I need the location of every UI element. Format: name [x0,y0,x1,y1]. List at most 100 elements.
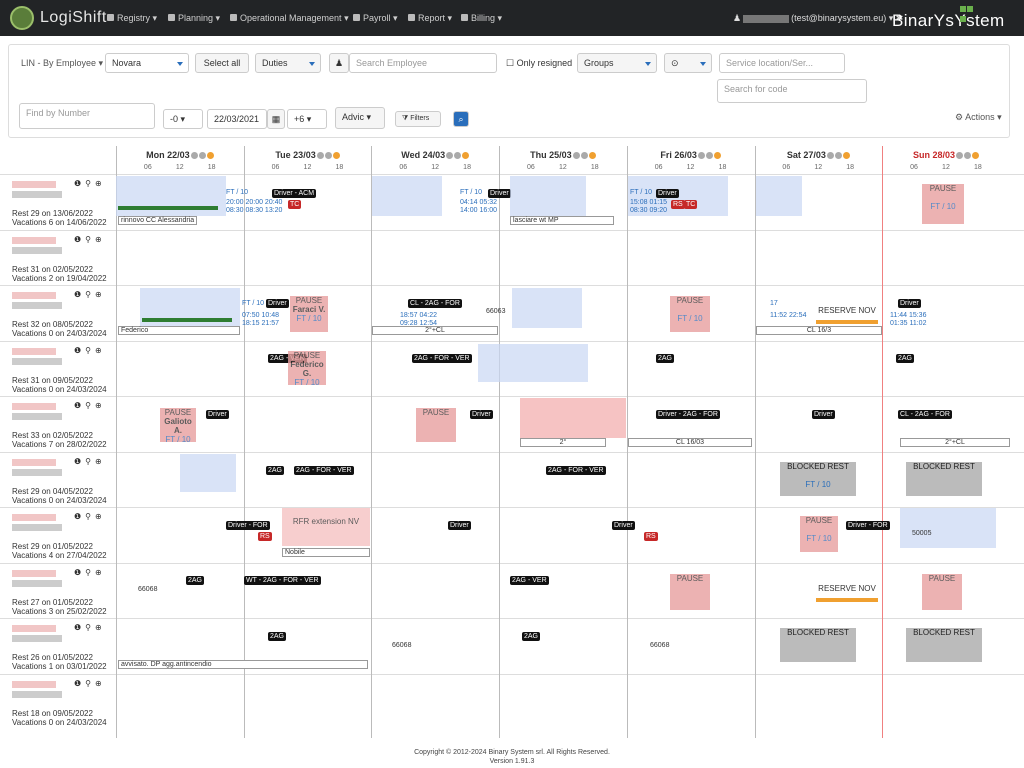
actions-menu[interactable]: ⚙ Actions ▾ [955,112,1002,123]
pause-block[interactable]: PAUSE [922,574,962,610]
shift-tag[interactable]: CL - 2AG - FOR [408,299,462,308]
search-employee-input[interactable]: Search Employee [349,53,497,73]
pause-block[interactable]: PAUSE [416,408,456,442]
pause-block[interactable]: PAUSE FT / 10 [800,516,838,552]
location-icon[interactable]: ⚲ [85,623,95,632]
menu-operational[interactable]: Operational Management ▾ [230,13,349,24]
shift-block[interactable] [510,176,586,216]
row-actions[interactable]: ❶⚲⊕ [74,679,106,688]
row-actions[interactable]: ❶⚲⊕ [74,401,106,410]
day-header[interactable]: Sat 27/03 [755,150,883,160]
blocked-rest[interactable]: BLOCKED REST [780,628,856,662]
settings-select[interactable]: ⊙ [664,53,712,73]
service-location-select[interactable]: Service location/Ser... [719,53,845,73]
zoom-icon[interactable]: ⊕ [95,457,106,466]
pause-block[interactable]: PAUSE Federico G. FT / 10 [288,351,326,387]
shift-block[interactable] [512,288,582,328]
shift-tag[interactable]: 2AG - FOR - VER [546,466,606,475]
search-code-input[interactable]: Search for code [717,79,867,103]
shift-tag[interactable]: Driver [470,410,493,419]
shift-tag[interactable]: Driver [206,410,229,419]
menu-report[interactable]: Report ▾ [408,13,452,24]
menu-payroll[interactable]: Payroll ▾ [353,13,398,24]
employee-name-redacted[interactable] [12,625,56,632]
date-input[interactable]: 22/03/2021 [207,109,267,129]
site-select[interactable]: Novara [105,53,189,73]
info-icon[interactable]: ❶ [74,568,85,577]
row-actions[interactable]: ❶⚲⊕ [74,623,106,632]
location-icon[interactable]: ⚲ [85,235,95,244]
employee-row[interactable]: ❶⚲⊕ Rest 29 on 04/05/2022 Vacations 0 on 2… [0,451,1024,508]
zoom-icon[interactable]: ⊕ [95,512,106,521]
shift-tag[interactable]: Driver [812,410,835,419]
range-select[interactable]: +6 ▾ [287,109,327,129]
employee-row[interactable]: ❶⚲⊕ Rest 31 on 02/05/2022 Vacations 2 on 1… [0,229,1024,286]
zoom-icon[interactable]: ⊕ [95,623,106,632]
employee-name-redacted[interactable] [12,458,56,466]
pause-block[interactable]: PAUSE FT / 10 [922,184,964,224]
pause-block[interactable]: PAUSE Galioto A. FT / 10 [160,408,196,444]
info-icon[interactable]: ❶ [74,457,85,466]
search-button[interactable]: ⌕ [453,111,469,127]
employee-name-redacted[interactable] [12,236,56,244]
employee-row[interactable]: ❶⚲⊕ Rest 18 on 09/05/2022 Vacations 0 on 2… [0,673,1024,730]
shift-block-red[interactable] [520,398,626,438]
only-resigned-checkbox[interactable]: ☐ Only resigned [506,58,572,69]
location-icon[interactable]: ⚲ [85,290,95,299]
info-icon[interactable]: ❶ [74,235,85,244]
pause-block[interactable]: PAUSE [670,574,710,610]
calendar-icon[interactable]: ▦ [267,109,285,129]
location-icon[interactable]: ⚲ [85,679,95,688]
info-icon[interactable]: ❶ [74,623,85,632]
location-icon[interactable]: ⚲ [85,457,95,466]
shift-tag[interactable]: 2AG [522,632,541,641]
shift-tag[interactable]: 2AG [186,576,205,585]
pause-block[interactable]: PAUSE FT / 10 [670,296,710,332]
employee-name-redacted[interactable] [12,680,56,688]
zoom-icon[interactable]: ⊕ [95,290,106,299]
logishift-logo[interactable] [10,6,34,30]
zoom-icon[interactable]: ⊕ [95,179,106,188]
shift-tag[interactable]: WT - 2AG - FOR - VER [244,576,321,585]
shift-tag[interactable]: 2AG [896,354,915,363]
shift-tag[interactable]: 2AG - FOR - VER [412,354,472,363]
employee-name-redacted[interactable] [12,569,56,577]
row-actions[interactable]: ❶⚲⊕ [74,235,106,244]
info-icon[interactable]: ❶ [74,512,85,521]
offset-select[interactable]: -0 ▾ [163,109,203,129]
blocked-rest[interactable]: BLOCKED REST FT / 10 [780,462,856,496]
rfr-extension-block[interactable]: RFR extension NV [282,508,370,546]
location-icon[interactable]: ⚲ [85,512,95,521]
employee-name-redacted[interactable] [12,403,56,410]
location-icon[interactable]: ⚲ [85,401,95,410]
row-actions[interactable]: ❶⚲⊕ [74,179,106,188]
zoom-icon[interactable]: ⊕ [95,235,106,244]
pause-block[interactable]: PAUSE Faraci V. FT / 10 [290,296,328,332]
shift-block[interactable] [372,176,442,216]
info-icon[interactable]: ❶ [74,290,85,299]
reserve-block[interactable]: RESERVE NOV [816,306,878,320]
filters-button[interactable]: ⧩ Filters [395,111,441,127]
employee-name-redacted[interactable] [12,292,56,299]
shift-tag[interactable]: Driver - ACM [272,189,317,198]
info-icon[interactable]: ❶ [74,401,85,410]
groups-select[interactable]: Groups [577,53,657,73]
advice-button[interactable]: Advic ▾ [335,107,385,129]
menu-planning[interactable]: Planning ▾ [168,13,220,24]
find-by-number-input[interactable]: Find by Number [19,103,155,129]
employee-row[interactable]: ❶⚲⊕ Rest 33 on 02/05/2022 Vacations 7 on 2… [0,396,1024,452]
shift-tag[interactable]: 2AG [266,466,285,475]
row-actions[interactable]: ❶⚲⊕ [74,457,106,466]
shift-tag[interactable]: Driver - FOR [226,521,270,530]
duties-select[interactable]: Duties [255,53,321,73]
zoom-icon[interactable]: ⊕ [95,346,106,355]
shift-tag[interactable]: Driver [898,299,921,308]
shift-tag[interactable]: 2AG [656,354,675,363]
employee-name-redacted[interactable] [12,181,56,188]
reserve-block[interactable]: RESERVE NOV [816,584,878,598]
shift-tag[interactable]: CL - 2AG - FOR [898,410,952,419]
day-header[interactable]: Fri 26/03 [627,150,755,160]
user-menu[interactable]: ♟ (test@binarysystem.eu) ▾ ✱ [733,13,903,24]
location-icon[interactable]: ⚲ [85,346,95,355]
info-icon[interactable]: ❶ [74,179,85,188]
